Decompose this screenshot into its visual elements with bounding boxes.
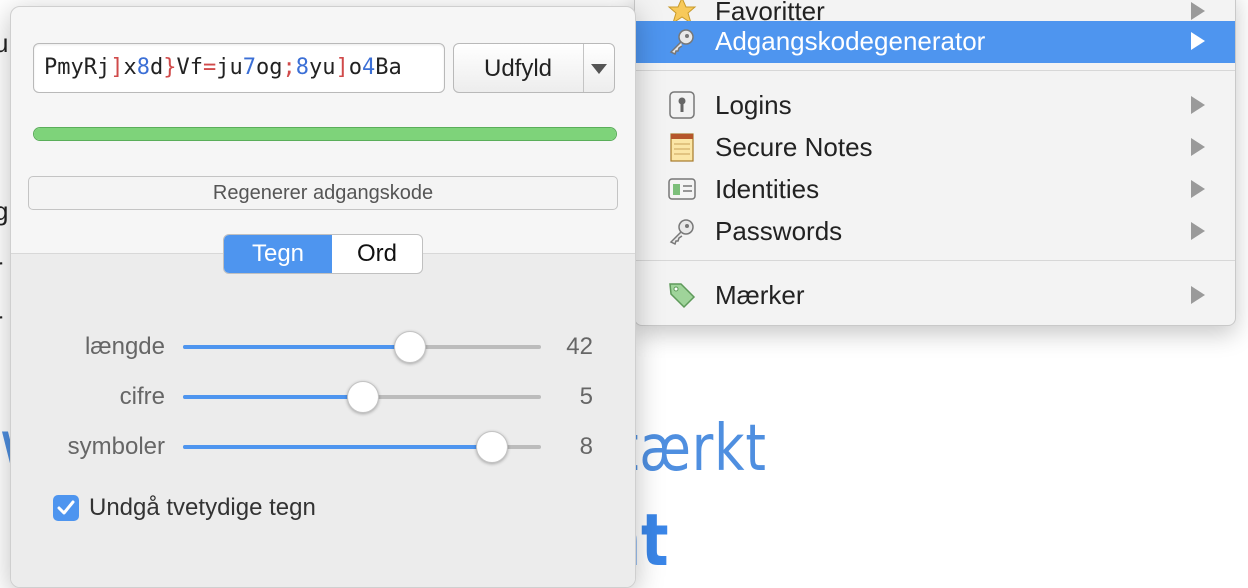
menu-separator bbox=[635, 260, 1235, 261]
password-char: ] bbox=[335, 55, 349, 80]
menu-item-tags[interactable]: Mærker bbox=[635, 275, 1235, 317]
menu-item-label: Passwords bbox=[715, 216, 843, 246]
password-char: a bbox=[388, 55, 402, 80]
slider-knob[interactable] bbox=[347, 381, 379, 413]
chevron-right-icon bbox=[1191, 2, 1205, 20]
password-char: } bbox=[163, 55, 177, 80]
menu-item-label: Adgangskodegenerator bbox=[715, 26, 986, 56]
fill-button[interactable]: Udfyld bbox=[453, 43, 615, 93]
slider-active-track bbox=[183, 345, 409, 349]
key-icon bbox=[667, 216, 697, 246]
slider-active-track bbox=[183, 395, 362, 399]
chevron-right-icon bbox=[1191, 138, 1205, 156]
slider-active-track bbox=[183, 445, 491, 449]
password-char: ] bbox=[110, 55, 124, 80]
chevron-down-icon[interactable] bbox=[591, 64, 607, 74]
tab-characters[interactable]: Tegn bbox=[224, 235, 332, 273]
strength-fill bbox=[34, 128, 616, 140]
menu-item-secure-notes[interactable]: Secure Notes bbox=[635, 127, 1235, 169]
button-divider bbox=[583, 44, 584, 92]
slider-label: symboler bbox=[67, 433, 165, 460]
menu-item-password-generator[interactable]: Adgangskodegenerator bbox=[635, 21, 1235, 63]
chevron-right-icon bbox=[1191, 222, 1205, 240]
login-icon bbox=[667, 90, 697, 120]
chevron-right-icon bbox=[1191, 32, 1205, 50]
slider-label: cifre bbox=[119, 383, 165, 410]
menu-item-label: Mærker bbox=[715, 280, 805, 310]
checkmark-icon bbox=[57, 500, 75, 515]
slider-value: 8 bbox=[579, 433, 593, 460]
password-char: m bbox=[57, 55, 71, 80]
notepad-icon bbox=[667, 132, 697, 162]
context-menu: Favoritter Adgangskodegenerator Logins S… bbox=[634, 0, 1236, 326]
bg-glyph: r bbox=[0, 306, 3, 337]
bg-glyph: r bbox=[0, 252, 3, 283]
menu-item-label: Logins bbox=[715, 90, 792, 120]
password-char: = bbox=[203, 55, 217, 80]
password-char: 7 bbox=[242, 55, 256, 80]
bg-glyph: u bbox=[0, 28, 9, 58]
password-char: B bbox=[375, 55, 389, 80]
password-char: 4 bbox=[362, 55, 376, 80]
password-char: ; bbox=[282, 55, 296, 80]
fill-button-label: Udfyld bbox=[483, 55, 553, 82]
chevron-right-icon bbox=[1191, 286, 1205, 304]
password-char: P bbox=[44, 55, 58, 80]
menu-item-label: Identities bbox=[715, 174, 820, 204]
password-char: R bbox=[83, 55, 97, 80]
menu-separator bbox=[635, 70, 1235, 71]
password-char: u bbox=[229, 55, 243, 80]
slider-value: 42 bbox=[566, 333, 593, 360]
tag-icon bbox=[667, 280, 697, 310]
menu-item-logins[interactable]: Logins bbox=[635, 85, 1235, 127]
bg-glyph: . bbox=[0, 140, 1, 171]
password-char: u bbox=[322, 55, 336, 80]
key-icon bbox=[667, 26, 697, 56]
password-char: x bbox=[123, 55, 137, 80]
password-char: o bbox=[256, 55, 270, 80]
menu-item-label: Secure Notes bbox=[715, 132, 873, 162]
regenerate-button[interactable]: Regenerer adgangskode bbox=[28, 176, 618, 210]
tab-words[interactable]: Ord bbox=[332, 235, 422, 273]
password-char: f bbox=[189, 55, 203, 80]
slider-length: længde 42 bbox=[11, 327, 635, 367]
slider-digits: cifre 5 bbox=[11, 377, 635, 417]
password-char: d bbox=[150, 55, 164, 80]
menu-item-identities[interactable]: Identities bbox=[635, 169, 1235, 211]
password-char: y bbox=[70, 55, 84, 80]
generated-password-field[interactable]: PmyRj]x8d}Vf=ju7og;8yu]o4Ba bbox=[33, 43, 445, 93]
slider-label: længde bbox=[84, 333, 165, 360]
bg-glyph: g bbox=[0, 196, 9, 226]
menu-item-passwords[interactable]: Passwords bbox=[635, 211, 1235, 253]
slider-track[interactable] bbox=[183, 345, 541, 349]
bg-glyph: I bbox=[0, 82, 1, 113]
password-char: j bbox=[97, 55, 111, 80]
password-char: o bbox=[348, 55, 362, 80]
avoid-ambiguous-label: Undgå tvetydige tegn bbox=[89, 494, 316, 521]
background-heading: tærkt bbox=[618, 412, 767, 486]
options-panel bbox=[11, 253, 635, 587]
password-strength-meter bbox=[33, 127, 617, 141]
mode-segmented-control: Tegn Ord bbox=[223, 234, 423, 274]
password-char: V bbox=[176, 55, 190, 80]
slider-knob[interactable] bbox=[393, 331, 426, 363]
chevron-right-icon bbox=[1191, 180, 1205, 198]
password-char: 8 bbox=[136, 55, 150, 80]
password-char: j bbox=[216, 55, 230, 80]
password-char: 8 bbox=[295, 55, 309, 80]
slider-value: 5 bbox=[579, 383, 593, 410]
chevron-right-icon bbox=[1191, 96, 1205, 114]
id-card-icon bbox=[667, 174, 697, 204]
password-char: y bbox=[309, 55, 323, 80]
slider-knob[interactable] bbox=[475, 431, 508, 463]
slider-symbols: symboler 8 bbox=[11, 427, 635, 467]
password-char: g bbox=[269, 55, 283, 80]
avoid-ambiguous-checkbox[interactable] bbox=[53, 495, 79, 521]
password-generator-popover: PmyRj]x8d}Vf=ju7og;8yu]o4Ba Udfyld Regen… bbox=[10, 6, 636, 588]
